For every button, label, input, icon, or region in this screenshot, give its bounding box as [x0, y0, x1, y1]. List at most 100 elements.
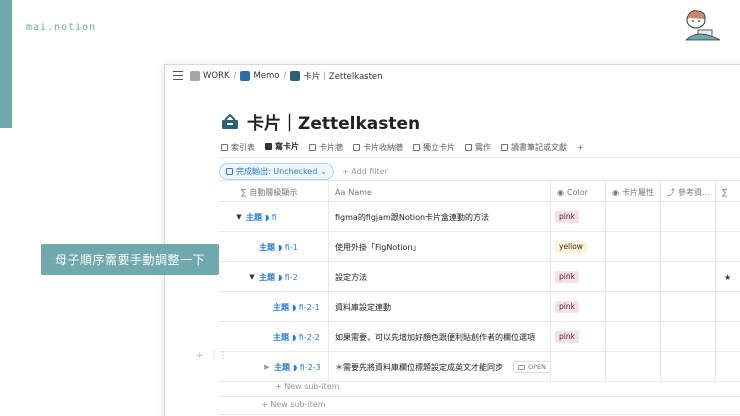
add-view-button[interactable]: +	[577, 141, 584, 158]
reference-cell[interactable]	[661, 352, 716, 382]
table-row[interactable]: 主題 ◗ fi-2-1 資料庫設定連動 pink	[219, 292, 740, 322]
relation-page-link[interactable]: ◗ fi	[265, 213, 277, 222]
name-cell[interactable]: 如果需要，可以先增加好顏色跟便利貼創作者的欄位選項	[329, 322, 551, 352]
tab-write-card[interactable]: 寫卡片	[265, 141, 299, 158]
card-property-cell[interactable]	[606, 262, 661, 292]
breadcrumb-current[interactable]: 卡片｜Zettelkasten	[290, 70, 383, 82]
new-sub-item-button[interactable]: + New sub-item	[275, 382, 340, 391]
table-row[interactable]: ▼ 主題 ◗ fi figma的figjam跟Notion卡片盒連動的方法 pi…	[219, 202, 740, 232]
reference-cell[interactable]	[661, 262, 716, 292]
color-tag: pink	[555, 301, 579, 313]
table-row[interactable]: 主題 ◗ fi-1 使用外掛「FigNotion」 yellow	[219, 232, 740, 262]
memo-page-icon	[240, 71, 251, 81]
card-property-cell[interactable]	[606, 202, 661, 232]
extra-cell[interactable]	[716, 202, 740, 232]
extra-cell[interactable]	[716, 322, 740, 352]
tab-label: 實作	[475, 142, 491, 152]
level-cell: 主題 ◗ fi-2-2	[219, 322, 329, 352]
topic-relation[interactable]: 主題	[273, 332, 289, 343]
tab-card-storage-wall[interactable]: 卡片收納牆	[353, 141, 403, 158]
topic-relation[interactable]: 主題	[259, 272, 275, 283]
breadcrumb-memo[interactable]: Memo	[240, 71, 280, 81]
relation-page-link[interactable]: ◗ fi-2	[278, 273, 298, 282]
relation-page-link[interactable]: ◗ fi-2-3	[293, 363, 321, 372]
breadcrumb-separator: /	[283, 71, 287, 81]
topic-relation[interactable]: 主題	[246, 212, 262, 223]
column-auto-level[interactable]: ∑ 自動層級顯示	[219, 181, 329, 203]
toggle-expanded-icon[interactable]: ▼	[248, 273, 256, 281]
reference-cell[interactable]	[661, 292, 716, 322]
relation-ref: fi-2	[284, 272, 298, 282]
menu-icon[interactable]	[173, 71, 183, 80]
name-cell[interactable]: 資料庫設定連動	[329, 292, 551, 322]
add-row-icon[interactable]: +	[196, 351, 204, 361]
reference-cell[interactable]	[661, 232, 716, 262]
extra-cell[interactable]	[716, 292, 740, 322]
breadcrumb-separator: /	[233, 71, 237, 81]
breadcrumb-work[interactable]: WORK	[190, 71, 230, 81]
column-color[interactable]: ◉ Color	[551, 181, 606, 203]
filter-done-output[interactable]: 完成輸出: Unchecked ⌄	[219, 163, 335, 180]
card-property-cell[interactable]	[606, 352, 661, 382]
column-label: 卡片屬性	[621, 187, 654, 197]
drag-handle-icon[interactable]: ⋮⋮	[210, 351, 228, 361]
open-page-button[interactable]: OPEN	[513, 361, 550, 373]
new-sub-item-label: New sub-item	[270, 400, 326, 409]
relation-page-link[interactable]: ◗ fi-2-1	[292, 303, 320, 312]
relation-page-link[interactable]: ◗ fi-1	[278, 243, 298, 252]
reference-cell[interactable]	[661, 322, 716, 352]
table-row[interactable]: ▶ 主題 ◗ fi-2-3 ＊需要先將資料庫欄位標題設定成英文才能同步 OPEN	[219, 352, 740, 382]
open-button-label: OPEN	[528, 363, 547, 371]
color-cell[interactable]: pink	[551, 202, 606, 232]
board-view-icon	[309, 143, 316, 151]
breadcrumb-memo-label: Memo	[253, 71, 280, 81]
card-property-cell[interactable]	[606, 292, 661, 322]
tab-card-wall[interactable]: 卡片牆	[309, 141, 343, 158]
tab-index-table[interactable]: 索引表	[221, 141, 255, 158]
color-cell[interactable]	[551, 352, 606, 382]
row-handles: + ⋮⋮	[196, 351, 228, 361]
name-cell[interactable]: ＊需要先將資料庫欄位標題設定成英文才能同步 OPEN	[329, 352, 551, 382]
color-cell[interactable]: pink	[551, 292, 606, 322]
name-text: ＊需要先將資料庫欄位標題設定成英文才能同步	[335, 362, 503, 372]
tab-practice[interactable]: 實作	[465, 141, 491, 158]
extra-cell[interactable]	[716, 352, 740, 382]
topic-relation[interactable]: 主題	[273, 302, 289, 313]
add-filter-button[interactable]: + Add filter	[342, 167, 388, 176]
column-name[interactable]: Aa Name	[329, 181, 551, 203]
relation-page-link[interactable]: ◗ fi-2-2	[292, 333, 320, 342]
card-property-cell[interactable]	[606, 322, 661, 352]
color-cell[interactable]: yellow	[551, 232, 606, 262]
toggle-expanded-icon[interactable]: ▼	[235, 213, 243, 221]
table-view-icon	[221, 143, 228, 151]
new-sub-item-button[interactable]: + New sub-item	[261, 400, 326, 409]
star-icon[interactable]: ★	[716, 262, 740, 292]
card-property-cell[interactable]	[606, 232, 661, 262]
color-cell[interactable]: pink	[551, 322, 606, 352]
tab-standalone-cards[interactable]: 獨立卡片	[413, 141, 455, 158]
topic-relation[interactable]: 主題	[274, 362, 290, 373]
caption-banner: 母子順序需要手動調整一下	[41, 244, 219, 275]
color-tag: pink	[555, 211, 579, 223]
column-reference[interactable]: ⤴ 參考資...	[661, 181, 716, 203]
name-cell[interactable]: 使用外掛「FigNotion」	[329, 232, 551, 262]
relation-ref: fi	[271, 212, 277, 222]
table-row[interactable]: 主題 ◗ fi-2-2 如果需要，可以先增加好顏色跟便利貼創作者的欄位選項 pi…	[219, 322, 740, 352]
column-card-property[interactable]: ◉ 卡片屬性	[606, 181, 661, 203]
table-row[interactable]: ▼ 主題 ◗ fi-2 設定方法 pink ★	[219, 262, 740, 292]
toggle-collapsed-icon[interactable]: ▶	[263, 363, 271, 371]
page-header: 卡片｜Zettelkasten	[221, 109, 420, 134]
name-cell[interactable]: 設定方法	[329, 262, 551, 292]
top-bar: WORK / Memo / 卡片｜Zettelkasten	[165, 65, 740, 87]
open-icon	[518, 364, 525, 370]
topic-relation[interactable]: 主題	[259, 242, 275, 253]
name-cell[interactable]: figma的figjam跟Notion卡片盒連動的方法	[329, 202, 551, 232]
extra-cell[interactable]	[716, 232, 740, 262]
tab-reading-notes[interactable]: 讀書筆記或文獻	[501, 141, 567, 158]
color-cell[interactable]: pink	[551, 262, 606, 292]
row-divider	[219, 396, 740, 397]
tab-label: 獨立卡片	[423, 142, 455, 152]
checkbox-icon	[226, 168, 233, 175]
reference-cell[interactable]	[661, 202, 716, 232]
column-more[interactable]: ∑	[716, 181, 740, 203]
